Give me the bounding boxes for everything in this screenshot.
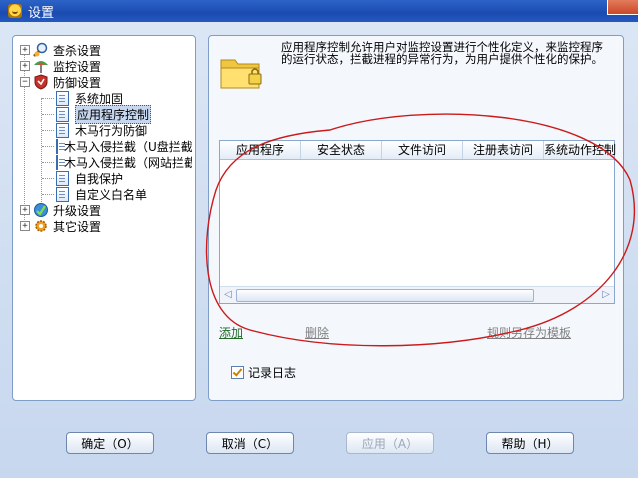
horizontal-scrollbar[interactable]: ◁ ▷	[220, 286, 614, 303]
tree-child-app-control[interactable]: 应用程序控制	[56, 104, 152, 124]
tree-item-defense-settings[interactable]: − 防御设置	[20, 74, 101, 90]
document-icon	[56, 154, 65, 170]
column-header[interactable]: 安全状态	[301, 141, 382, 159]
collapse-icon[interactable]: −	[20, 77, 30, 87]
help-button[interactable]: 帮助（H）	[486, 432, 574, 454]
document-icon	[56, 90, 69, 106]
scroll-right-icon[interactable]: ▷	[600, 289, 612, 301]
expand-icon[interactable]: +	[20, 61, 30, 71]
dialog-client-area: + 查杀设置 + 监控设置 − 防御设置 系统加固 应用程序控制 木马行为防御 …	[0, 22, 638, 478]
title-bar: 设置	[0, 0, 638, 22]
tree-child-self-protection[interactable]: 自我保护	[56, 170, 123, 186]
update-settings-icon	[33, 202, 49, 218]
column-header[interactable]: 注册表访问	[463, 141, 544, 159]
tree-child-label: 木马行为防御	[75, 123, 148, 138]
tree-item-label: 防御设置	[53, 75, 102, 90]
expand-icon[interactable]: +	[20, 45, 30, 55]
expand-icon[interactable]: +	[20, 221, 30, 231]
tree-child-label: 自我保护	[75, 171, 124, 186]
document-icon	[56, 122, 69, 138]
scan-settings-icon	[33, 42, 49, 58]
tree-item-label: 其它设置	[53, 219, 102, 234]
table-header: 应用程序 安全状态 文件访问 注册表访问 系统动作控制	[220, 141, 616, 160]
settings-tree-panel: + 查杀设置 + 监控设置 − 防御设置 系统加固 应用程序控制 木马行为防御 …	[12, 35, 196, 401]
settings-tree: + 查杀设置 + 监控设置 − 防御设置 系统加固 应用程序控制 木马行为防御 …	[13, 36, 195, 400]
scroll-thumb[interactable]	[236, 289, 534, 302]
document-icon	[56, 106, 69, 122]
tree-child-usb-intercept[interactable]: 木马入侵拦截（U盘拦截	[56, 138, 192, 154]
description-text: 应用程序控制允许用户对监控设置进行个性化定义，来监控程序的运行状态，拦截进程的异…	[281, 40, 603, 66]
tree-item-label: 查杀设置	[53, 43, 102, 58]
tree-child-web-intercept[interactable]: 木马入侵拦截（网站拦截	[56, 154, 192, 170]
defense-settings-icon	[33, 74, 49, 90]
tree-item-label: 升级设置	[53, 203, 102, 218]
scroll-left-icon[interactable]: ◁	[222, 289, 234, 301]
document-icon	[56, 138, 65, 154]
expand-icon[interactable]: +	[20, 205, 30, 215]
close-button[interactable]	[607, 0, 638, 15]
monitor-settings-icon	[33, 58, 49, 74]
tree-child-label: 木马入侵拦截（U盘拦截	[64, 139, 192, 154]
app-control-panel: 应用程序控制允许用户对监控设置进行个性化定义，来监控程序的运行状态，拦截进程的异…	[208, 35, 624, 401]
tree-child-trojan-behavior-defense[interactable]: 木马行为防御	[56, 122, 147, 138]
column-header[interactable]: 系统动作控制	[544, 141, 616, 159]
window-title: 设置	[28, 5, 55, 21]
app-rules-table[interactable]: 应用程序 安全状态 文件访问 注册表访问 系统动作控制 ◁ ▷	[219, 140, 616, 304]
tree-item-other-settings[interactable]: + 其它设置	[20, 218, 101, 234]
tree-child-label: 木马入侵拦截（网站拦截	[64, 155, 192, 170]
column-header[interactable]: 应用程序	[220, 141, 301, 159]
app-logo-icon	[8, 4, 22, 18]
log-option[interactable]: 记录日志	[231, 364, 296, 381]
tree-child-label: 自定义白名单	[75, 187, 148, 202]
tree-item-update-settings[interactable]: + 升级设置	[20, 202, 101, 218]
tree-item-monitor-settings[interactable]: + 监控设置	[20, 58, 101, 74]
document-icon	[56, 186, 69, 202]
tree-child-custom-whitelist[interactable]: 自定义白名单	[56, 186, 147, 202]
log-checkbox[interactable]	[231, 366, 244, 379]
tree-item-scan-settings[interactable]: + 查杀设置	[20, 42, 101, 58]
cancel-button[interactable]: 取消（C）	[206, 432, 294, 454]
save-as-template-link[interactable]: 规则另存为模板	[487, 324, 571, 341]
folder-lock-icon	[219, 52, 263, 92]
apply-button[interactable]: 应用（A）	[346, 432, 434, 454]
other-settings-icon	[33, 218, 49, 234]
log-checkbox-label: 记录日志	[248, 366, 297, 380]
column-header[interactable]: 文件访问	[382, 141, 463, 159]
tree-item-label: 监控设置	[53, 59, 102, 74]
add-link[interactable]: 添加	[219, 324, 243, 341]
ok-button[interactable]: 确定（O）	[66, 432, 154, 454]
document-icon	[56, 170, 69, 186]
delete-link[interactable]: 删除	[305, 324, 329, 341]
